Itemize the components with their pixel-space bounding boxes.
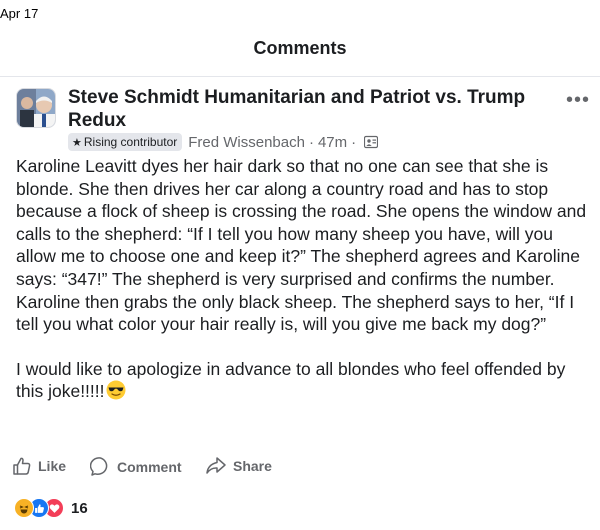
post-actions: Like Comment Share xyxy=(0,456,600,480)
group-avatar-image xyxy=(17,89,55,127)
badge-label: Rising contributor xyxy=(83,135,178,149)
star-icon: ★ xyxy=(72,136,82,149)
post-paragraph: Karoline Leavitt dyes her hair dark so t… xyxy=(16,156,587,335)
comment-bubble-icon xyxy=(90,457,108,476)
post-time[interactable]: 47m xyxy=(318,134,347,151)
group-avatar[interactable] xyxy=(16,88,56,128)
reactions-summary[interactable]: 16 xyxy=(14,498,88,518)
post-meta: ★ Rising contributor Fred Wissenbach · 4… xyxy=(68,133,379,151)
share-button[interactable]: Share xyxy=(205,456,272,476)
group-members-icon xyxy=(364,135,379,149)
sunglasses-face-icon xyxy=(106,380,126,400)
share-arrow-icon xyxy=(206,457,226,474)
more-options-icon[interactable]: ••• xyxy=(566,90,590,110)
post-paragraph-closing: I would like to apologize in advance to … xyxy=(16,358,592,403)
group-name-link[interactable]: Steve Schmidt Humanitarian and Patriot v… xyxy=(68,86,548,132)
reaction-count: 16 xyxy=(71,499,88,517)
author-name[interactable]: Fred Wissenbach xyxy=(188,134,305,151)
comment-label: Comment xyxy=(117,458,182,475)
meta-separator: · xyxy=(351,133,357,151)
rising-contributor-badge[interactable]: ★ Rising contributor xyxy=(68,133,183,151)
post-paragraph-text: I would like to apologize in advance to … xyxy=(16,358,566,402)
thumbs-up-icon xyxy=(13,457,31,475)
meta-separator: · xyxy=(308,133,314,151)
post-body: Karoline Leavitt dyes her hair dark so t… xyxy=(16,155,592,403)
page-title: Comments xyxy=(253,38,347,58)
header-divider xyxy=(0,76,600,77)
share-label: Share xyxy=(233,458,272,474)
like-label: Like xyxy=(38,458,67,474)
comment-button[interactable]: Comment xyxy=(90,456,182,477)
like-button[interactable]: Like xyxy=(12,456,66,476)
status-bar-date: Apr 17 xyxy=(0,6,39,21)
haha-icon xyxy=(14,498,34,518)
